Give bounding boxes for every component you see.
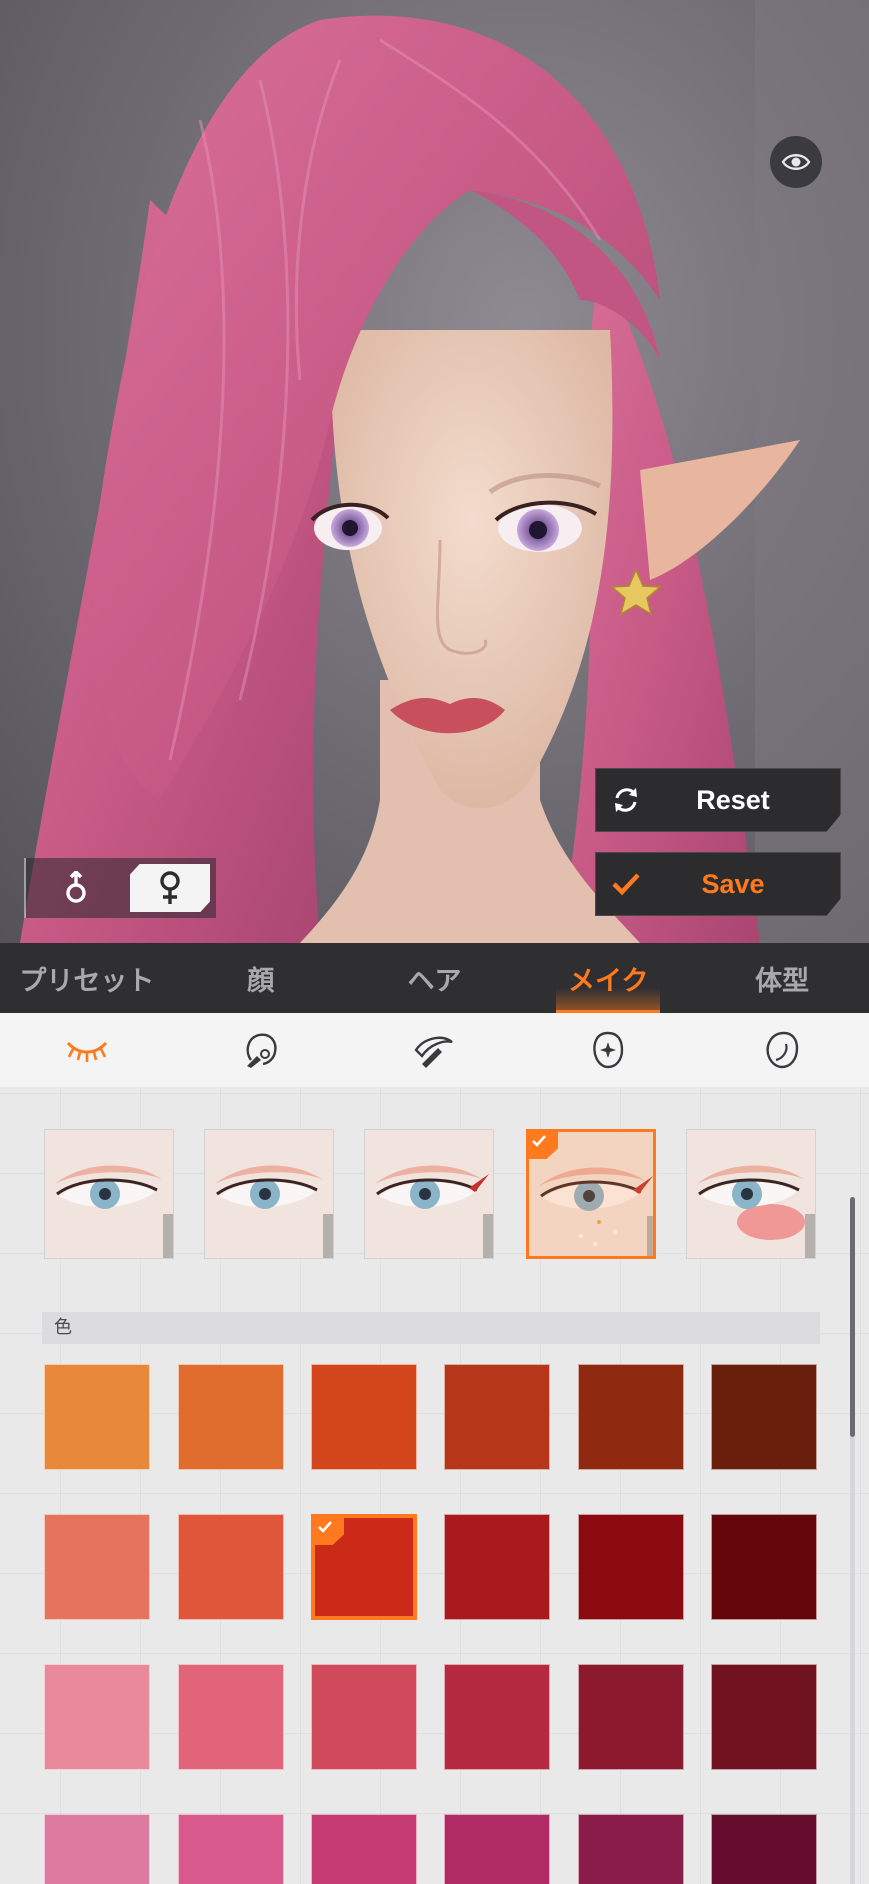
color-swatch[interactable]: [711, 1664, 817, 1770]
subtab-contour[interactable]: [695, 1013, 869, 1087]
reset-label: Reset: [696, 784, 770, 815]
eye-makeup-preview: [205, 1130, 333, 1258]
category-tabs: プリセット 顔 ヘア メイク 体型: [0, 943, 869, 1013]
color-swatch[interactable]: [178, 1514, 284, 1620]
color-swatch[interactable]: [178, 1664, 284, 1770]
color-swatch[interactable]: [578, 1514, 684, 1620]
color-swatch[interactable]: [711, 1364, 817, 1470]
subtab-lips[interactable]: [174, 1013, 348, 1087]
tab-hair[interactable]: ヘア: [348, 943, 522, 1013]
color-swatch[interactable]: [311, 1364, 417, 1470]
color-swatch[interactable]: [444, 1364, 550, 1470]
selected-check-icon: [529, 1132, 558, 1159]
eye-makeup-preview: [365, 1130, 493, 1258]
gender-male-button[interactable]: [46, 864, 106, 912]
tab-body[interactable]: 体型: [695, 943, 869, 1013]
character-preview[interactable]: Reset Save: [0, 0, 869, 943]
refresh-icon: [596, 785, 656, 815]
eye-icon: [781, 154, 811, 170]
color-swatch[interactable]: [178, 1364, 284, 1470]
sparkle-face-icon: [593, 1031, 624, 1069]
check-icon: [596, 871, 656, 897]
tab-face[interactable]: 顔: [174, 943, 348, 1013]
visibility-toggle-button[interactable]: [770, 136, 822, 188]
gender-selector: [24, 858, 216, 918]
eye-makeup-preview: [687, 1130, 815, 1258]
color-swatch[interactable]: [578, 1814, 684, 1884]
save-button[interactable]: Save: [595, 852, 841, 916]
scrollbar-thumb[interactable]: [850, 1197, 855, 1437]
color-swatch[interactable]: [44, 1514, 150, 1620]
save-label: Save: [701, 868, 765, 899]
male-symbol-icon: [66, 871, 86, 903]
style-thumbnail[interactable]: [44, 1129, 174, 1259]
color-swatch[interactable]: [44, 1664, 150, 1770]
color-swatch[interactable]: [711, 1814, 817, 1884]
selected-check-icon: [314, 1517, 344, 1545]
color-swatch[interactable]: [578, 1364, 684, 1470]
eyebrow-brush-icon: [414, 1036, 454, 1068]
color-swatch[interactable]: [444, 1514, 550, 1620]
lips-brush-icon: [246, 1033, 277, 1068]
color-swatch[interactable]: [711, 1514, 817, 1620]
tab-makeup[interactable]: メイク: [521, 943, 695, 1013]
color-swatch[interactable]: [178, 1814, 284, 1884]
color-swatch[interactable]: [444, 1664, 550, 1770]
eyelash-icon: [66, 1041, 107, 1062]
color-section-label: 色: [42, 1312, 820, 1344]
style-thumbnail[interactable]: [526, 1129, 656, 1259]
color-swatch[interactable]: [311, 1814, 417, 1884]
color-swatch[interactable]: [311, 1514, 417, 1620]
subtab-face-details[interactable]: [521, 1013, 695, 1087]
subtab-brows[interactable]: [348, 1013, 522, 1087]
tab-preset[interactable]: プリセット: [0, 943, 174, 1013]
color-swatch[interactable]: [578, 1664, 684, 1770]
eye-makeup-preview: [45, 1130, 173, 1258]
style-thumbnail[interactable]: [364, 1129, 494, 1259]
style-thumbnail[interactable]: [686, 1129, 816, 1259]
face-outline-icon: [766, 1031, 799, 1069]
color-swatch[interactable]: [444, 1814, 550, 1884]
color-swatch[interactable]: [311, 1664, 417, 1770]
color-swatch[interactable]: [44, 1364, 150, 1470]
style-thumbnail[interactable]: [204, 1129, 334, 1259]
reset-button[interactable]: Reset: [595, 768, 841, 832]
subtab-eyelashes[interactable]: [0, 1013, 174, 1087]
female-symbol-icon: [160, 871, 180, 904]
makeup-options-panel: 色: [0, 1087, 869, 1884]
color-swatch[interactable]: [44, 1814, 150, 1884]
gender-female-button[interactable]: [130, 864, 210, 912]
makeup-subcategory-tabs: [0, 1013, 869, 1087]
